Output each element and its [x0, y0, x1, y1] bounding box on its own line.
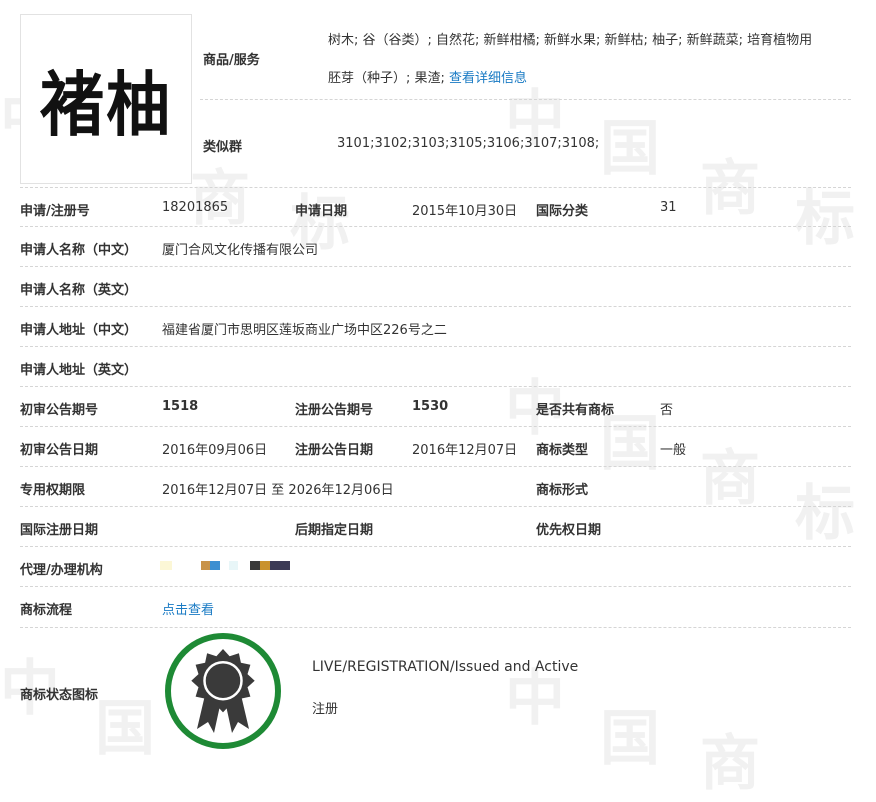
redaction-block	[210, 561, 220, 570]
status-icon-label: 商标状态图标	[20, 688, 99, 703]
divider	[20, 586, 851, 587]
divider	[20, 187, 851, 188]
tm-type-value: 一般	[660, 443, 687, 458]
tm-type-label: 商标类型	[536, 443, 589, 458]
address-en-label: 申请人地址（英文）	[20, 363, 138, 378]
divider	[20, 466, 851, 467]
intl-class-value: 31	[660, 200, 677, 215]
divider	[20, 426, 851, 427]
reg-pub-date-label: 注册公告日期	[295, 443, 374, 458]
goods-label: 商品/服务	[203, 53, 260, 68]
process-view-link[interactable]: 点击查看	[162, 599, 214, 618]
reg-no-label: 申请/注册号	[20, 204, 90, 219]
divider	[200, 99, 851, 100]
divider	[20, 627, 851, 628]
trademark-logo-box: 褚柚	[20, 14, 192, 184]
goods-detail-link[interactable]: 查看详细信息	[449, 71, 527, 86]
status-cn: 注册	[312, 702, 339, 717]
shared-label: 是否共有商标	[536, 403, 615, 418]
address-cn-value: 福建省厦门市思明区莲坂商业广场中区226号之二	[162, 323, 447, 338]
period-value: 2016年12月07日 至 2026年12月06日	[162, 483, 394, 498]
redaction-block	[201, 561, 210, 570]
process-label: 商标流程	[20, 603, 73, 618]
status-badge	[165, 633, 281, 749]
divider	[20, 506, 851, 507]
intl-class-label: 国际分类	[536, 204, 589, 219]
priority-date-label: 优先权日期	[536, 523, 602, 538]
goods-text-line1: 树木; 谷（谷类）; 自然花; 新鲜柑橘; 新鲜水果; 新鲜枯; 柚子; 新鲜蔬…	[328, 33, 813, 48]
address-cn-label: 申请人地址（中文）	[20, 323, 138, 338]
redaction-block	[229, 561, 238, 570]
app-date-value: 2015年10月30日	[412, 204, 518, 219]
redaction-block	[270, 561, 290, 570]
redaction-block	[160, 561, 172, 570]
reg-pub-no-value: 1530	[412, 399, 449, 414]
prelim-no-label: 初审公告期号	[20, 403, 99, 418]
reg-no-value: 18201865	[162, 200, 229, 215]
applicant-cn-label: 申请人名称（中文）	[20, 243, 138, 258]
prelim-date-label: 初审公告日期	[20, 443, 99, 458]
similar-group-label: 类似群	[203, 140, 243, 155]
intl-reg-date-label: 国际注册日期	[20, 523, 99, 538]
prelim-date-value: 2016年09月06日	[162, 443, 268, 458]
tm-form-label: 商标形式	[536, 483, 589, 498]
app-date-label: 申请日期	[295, 204, 348, 219]
agent-label: 代理/办理机构	[20, 563, 103, 578]
similar-group-value: 3101;3102;3103;3105;3106;3107;3108;	[337, 136, 600, 151]
award-seal-icon	[191, 649, 255, 733]
redaction-block	[250, 561, 260, 570]
reg-pub-date-value: 2016年12月07日	[412, 443, 518, 458]
goods-text-line2: 胚芽（种子）; 果渣; 查看详细信息	[328, 67, 527, 86]
redaction-block	[260, 561, 270, 570]
divider	[20, 386, 851, 387]
applicant-en-label: 申请人名称（英文）	[20, 283, 138, 298]
divider	[20, 226, 851, 227]
divider	[20, 266, 851, 267]
trademark-logo: 褚柚	[39, 62, 173, 146]
period-label: 专用权期限	[20, 483, 86, 498]
prelim-no-value: 1518	[162, 399, 199, 414]
shared-value: 否	[660, 403, 674, 418]
divider	[20, 306, 851, 307]
later-date-label: 后期指定日期	[295, 523, 374, 538]
trademark-detail: 褚柚 商品/服务 树木; 谷（谷类）; 自然花; 新鲜柑橘; 新鲜水果; 新鲜枯…	[0, 0, 876, 771]
reg-pub-no-label: 注册公告期号	[295, 403, 374, 418]
divider	[20, 346, 851, 347]
divider	[20, 546, 851, 547]
status-en: LIVE/REGISTRATION/Issued and Active	[312, 659, 579, 675]
goods-text-line2-value: 胚芽（种子）; 果渣;	[328, 71, 445, 86]
applicant-cn-value: 厦门合风文化传播有限公司	[162, 243, 319, 258]
